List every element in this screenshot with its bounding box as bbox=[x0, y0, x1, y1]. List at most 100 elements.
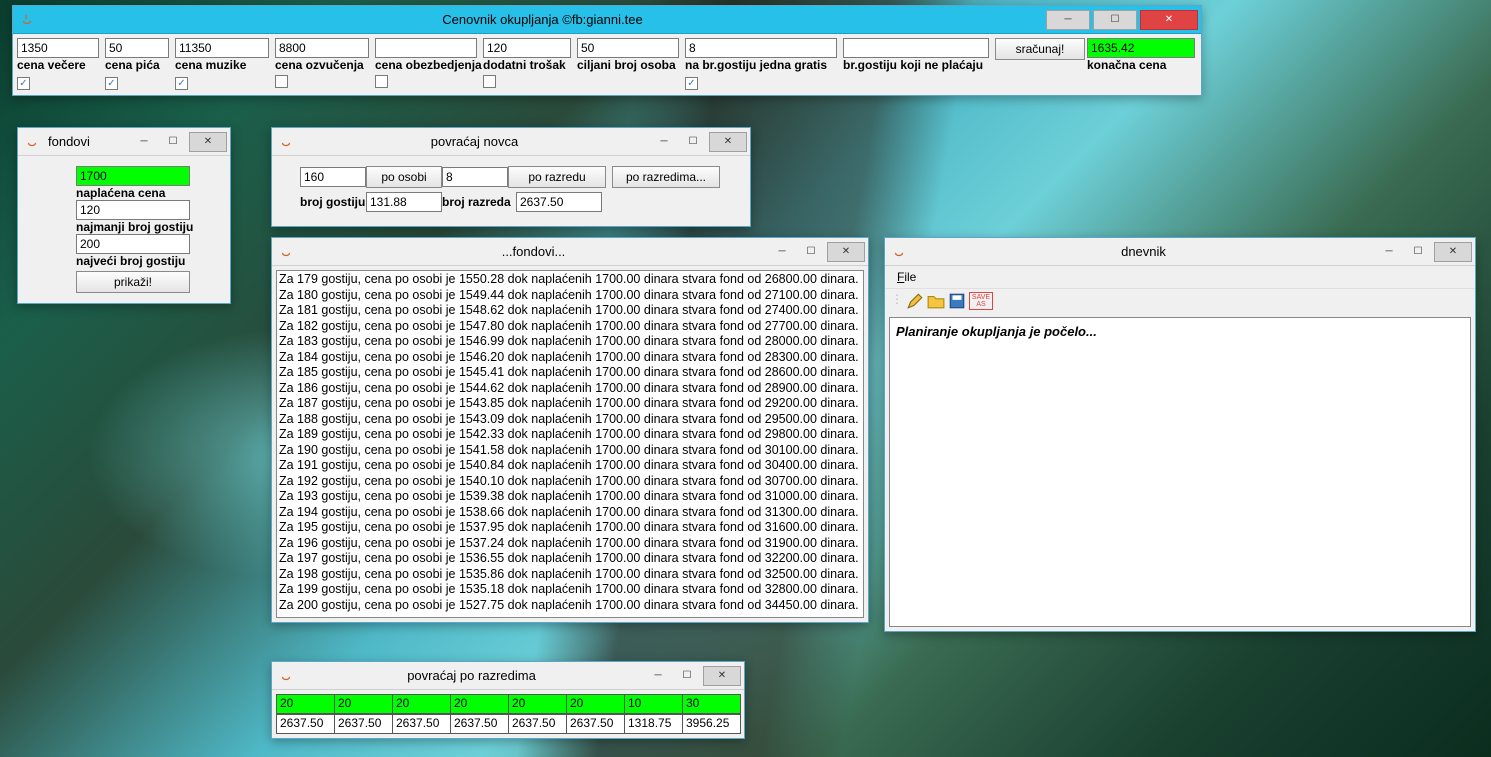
titlebar-fondovi[interactable]: fondovi ─ ☐ ✕ bbox=[18, 128, 230, 156]
po-razredu-button[interactable]: po razredu bbox=[508, 166, 606, 188]
povracaj-13188-field[interactable] bbox=[366, 192, 442, 212]
fondovi-highlight-field[interactable] bbox=[76, 166, 190, 186]
maximize-button[interactable]: ☐ bbox=[1405, 242, 1431, 262]
fondovi-line[interactable]: Za 183 gostiju, cena po osobi je 1546.99… bbox=[279, 334, 861, 350]
pencil-icon[interactable] bbox=[906, 292, 924, 310]
top-checkbox-1[interactable]: ✓ bbox=[105, 77, 118, 90]
razredi-header-cell[interactable]: 20 bbox=[392, 694, 451, 714]
save-as-icon[interactable]: SAVE AS bbox=[969, 292, 993, 310]
titlebar-cenovnik[interactable]: Cenovnik okupljanja ©fb:gianni.tee ─ ☐ ✕ bbox=[13, 6, 1201, 34]
titlebar-dnevnik[interactable]: dnevnik ─ ☐ ✕ bbox=[885, 238, 1475, 266]
calc-button[interactable]: sračunaj! bbox=[995, 38, 1085, 60]
fondovi-line[interactable]: Za 197 gostiju, cena po osobi je 1536.55… bbox=[279, 551, 861, 567]
fondovi-line[interactable]: Za 193 gostiju, cena po osobi je 1539.38… bbox=[279, 489, 861, 505]
result-field[interactable] bbox=[1087, 38, 1195, 58]
fondovi-line[interactable]: Za 192 gostiju, cena po osobi je 1540.10… bbox=[279, 474, 861, 490]
close-button[interactable]: ✕ bbox=[703, 666, 741, 686]
razredi-value-cell[interactable]: 2637.50 bbox=[392, 714, 451, 734]
fondovi-line[interactable]: Za 185 gostiju, cena po osobi je 1545.41… bbox=[279, 365, 861, 381]
po-razredima-button[interactable]: po razredima... bbox=[612, 166, 720, 188]
window-fondovi: fondovi ─ ☐ ✕ naplaćena cena najmanji br… bbox=[17, 127, 231, 304]
minimize-button[interactable]: ─ bbox=[131, 132, 157, 152]
minimize-button[interactable]: ─ bbox=[769, 242, 795, 262]
razredi-header-cell[interactable]: 20 bbox=[450, 694, 509, 714]
fondovi-line[interactable]: Za 198 gostiju, cena po osobi je 1535.86… bbox=[279, 567, 861, 583]
top-input-4[interactable] bbox=[375, 38, 477, 58]
fondovi-line[interactable]: Za 186 gostiju, cena po osobi je 1544.62… bbox=[279, 381, 861, 397]
fondovi-listbox[interactable]: Za 179 gostiju, cena po osobi je 1550.28… bbox=[276, 270, 864, 618]
window-fondovi-list: ...fondovi... ─ ☐ ✕ Za 179 gostiju, cena… bbox=[271, 237, 869, 623]
save-icon[interactable] bbox=[948, 292, 966, 310]
fondovi-line[interactable]: Za 188 gostiju, cena po osobi je 1543.09… bbox=[279, 412, 861, 428]
minimize-button[interactable]: ─ bbox=[651, 132, 677, 152]
fondovi-line[interactable]: Za 184 gostiju, cena po osobi je 1546.20… bbox=[279, 350, 861, 366]
povracaj-160-field[interactable] bbox=[300, 167, 366, 187]
editor-content[interactable]: Planiranje okupljanja je počelo... bbox=[889, 317, 1471, 627]
prikazi-button[interactable]: prikaži! bbox=[76, 271, 190, 293]
fondovi-line[interactable]: Za 199 gostiju, cena po osobi je 1535.18… bbox=[279, 582, 861, 598]
fondovi-line[interactable]: Za 200 gostiju, cena po osobi je 1527.75… bbox=[279, 598, 861, 614]
maximize-button[interactable]: ☐ bbox=[160, 132, 186, 152]
po-osobi-button[interactable]: po osobi bbox=[366, 166, 442, 188]
menu-file[interactable]: File bbox=[891, 268, 922, 286]
fondovi-line[interactable]: Za 189 gostiju, cena po osobi je 1542.33… bbox=[279, 427, 861, 443]
maximize-button[interactable]: ☐ bbox=[798, 242, 824, 262]
close-button[interactable]: ✕ bbox=[1434, 242, 1472, 262]
titlebar-fondovi-list[interactable]: ...fondovi... ─ ☐ ✕ bbox=[272, 238, 868, 266]
top-input-5[interactable] bbox=[483, 38, 571, 58]
fondovi-line[interactable]: Za 180 gostiju, cena po osobi je 1549.44… bbox=[279, 288, 861, 304]
top-input-3[interactable] bbox=[275, 38, 369, 58]
razredi-header-cell[interactable]: 20 bbox=[508, 694, 567, 714]
razredi-value-cell[interactable]: 2637.50 bbox=[508, 714, 567, 734]
folder-icon[interactable] bbox=[927, 292, 945, 310]
fondovi-line[interactable]: Za 190 gostiju, cena po osobi je 1541.58… bbox=[279, 443, 861, 459]
fondovi-line[interactable]: Za 196 gostiju, cena po osobi je 1537.24… bbox=[279, 536, 861, 552]
fondovi-120-field[interactable] bbox=[76, 200, 190, 220]
close-button[interactable]: ✕ bbox=[827, 242, 865, 262]
top-checkbox-7[interactable]: ✓ bbox=[685, 77, 698, 90]
close-button[interactable]: ✕ bbox=[709, 132, 747, 152]
razredi-header-cell[interactable]: 20 bbox=[334, 694, 393, 714]
top-checkbox-4[interactable] bbox=[375, 75, 388, 88]
minimize-button[interactable]: ─ bbox=[1046, 10, 1090, 30]
maximize-button[interactable]: ☐ bbox=[680, 132, 706, 152]
top-input-7[interactable] bbox=[685, 38, 837, 58]
top-checkbox-5[interactable] bbox=[483, 75, 496, 88]
razredi-value-cell[interactable]: 2637.50 bbox=[566, 714, 625, 734]
razredi-value-cell[interactable]: 2637.50 bbox=[450, 714, 509, 734]
top-input-2[interactable] bbox=[175, 38, 269, 58]
fondovi-line[interactable]: Za 195 gostiju, cena po osobi je 1537.95… bbox=[279, 520, 861, 536]
fondovi-line[interactable]: Za 179 gostiju, cena po osobi je 1550.28… bbox=[279, 272, 861, 288]
top-checkbox-3[interactable] bbox=[275, 75, 288, 88]
top-input-0[interactable] bbox=[17, 38, 99, 58]
fondovi-200-field[interactable] bbox=[76, 234, 190, 254]
razredi-value-cell[interactable]: 3956.25 bbox=[682, 714, 741, 734]
top-input-8[interactable] bbox=[843, 38, 989, 58]
minimize-button[interactable]: ─ bbox=[1376, 242, 1402, 262]
fondovi-line[interactable]: Za 194 gostiju, cena po osobi je 1538.66… bbox=[279, 505, 861, 521]
razredi-header-cell[interactable]: 10 bbox=[624, 694, 683, 714]
povracaj-8-field[interactable] bbox=[442, 167, 508, 187]
razredi-value-cell[interactable]: 2637.50 bbox=[334, 714, 393, 734]
maximize-button[interactable]: ☐ bbox=[1093, 10, 1137, 30]
razredi-header-cell[interactable]: 20 bbox=[276, 694, 335, 714]
razredi-value-cell[interactable]: 2637.50 bbox=[276, 714, 335, 734]
razredi-value-cell[interactable]: 1318.75 bbox=[624, 714, 683, 734]
minimize-button[interactable]: ─ bbox=[645, 666, 671, 686]
fondovi-line[interactable]: Za 191 gostiju, cena po osobi je 1540.84… bbox=[279, 458, 861, 474]
top-checkbox-2[interactable]: ✓ bbox=[175, 77, 188, 90]
titlebar-razredi[interactable]: povraćaj po razredima ─ ☐ ✕ bbox=[272, 662, 744, 690]
razredi-header-cell[interactable]: 30 bbox=[682, 694, 741, 714]
top-input-1[interactable] bbox=[105, 38, 169, 58]
fondovi-line[interactable]: Za 187 gostiju, cena po osobi je 1543.85… bbox=[279, 396, 861, 412]
titlebar-povracaj[interactable]: povraćaj novca ─ ☐ ✕ bbox=[272, 128, 750, 156]
top-input-6[interactable] bbox=[577, 38, 679, 58]
close-button[interactable]: ✕ bbox=[1140, 10, 1198, 30]
close-button[interactable]: ✕ bbox=[189, 132, 227, 152]
fondovi-line[interactable]: Za 181 gostiju, cena po osobi je 1548.62… bbox=[279, 303, 861, 319]
fondovi-line[interactable]: Za 182 gostiju, cena po osobi je 1547.80… bbox=[279, 319, 861, 335]
povracaj-263750-field[interactable] bbox=[516, 192, 602, 212]
razredi-header-cell[interactable]: 20 bbox=[566, 694, 625, 714]
maximize-button[interactable]: ☐ bbox=[674, 666, 700, 686]
top-checkbox-0[interactable]: ✓ bbox=[17, 77, 30, 90]
